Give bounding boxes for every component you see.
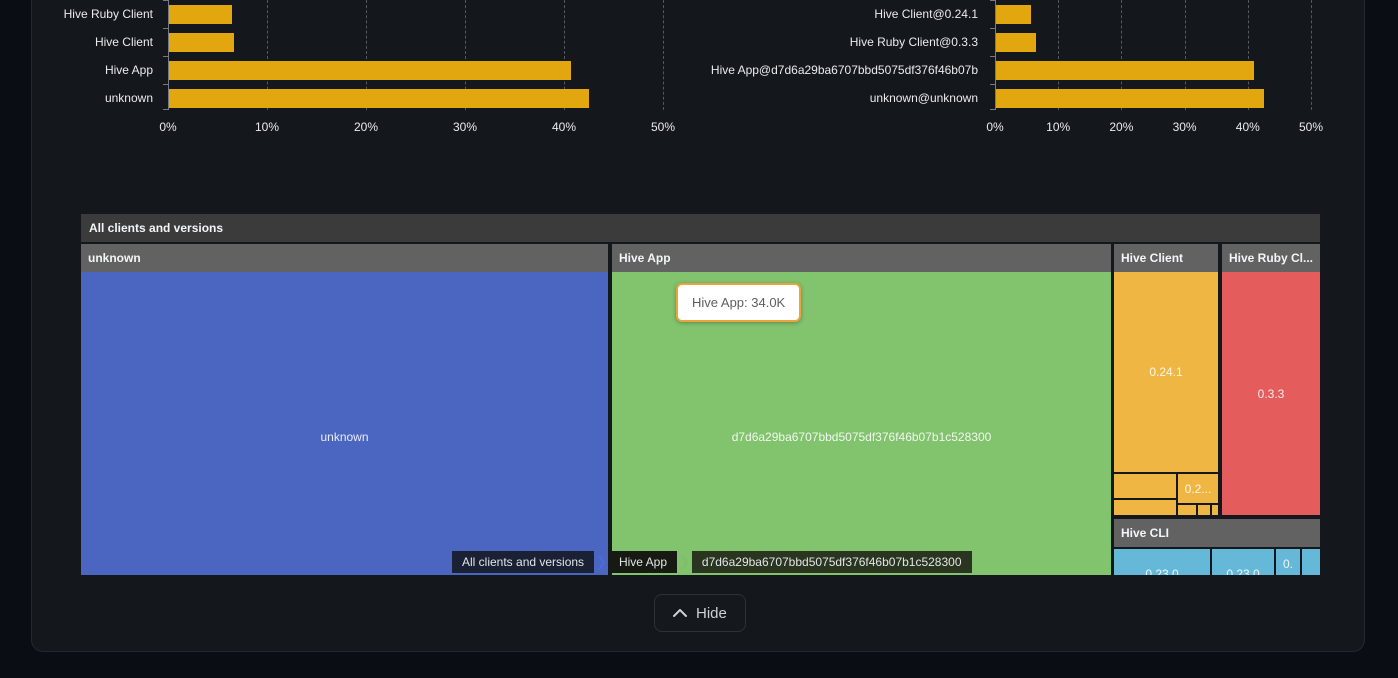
axis-tick [163,84,168,85]
category-label: unknown [0,89,153,108]
x-axis-tick-label: 20% [1097,120,1145,134]
category-label: Hive App@d7d6a29ba6707bbd5075df376f46b07… [699,61,978,80]
bar-hive-ruby-client[interactable] [169,5,232,24]
treemap-all-clients-and-versions: All clients and versionsunknownunknownHi… [81,214,1320,575]
x-axis-tick-label: 10% [243,120,291,134]
axis-tick [990,109,995,110]
x-axis-tick-label: 40% [540,120,588,134]
dashboard-stage: 0% 10% 20% 30% 40% 50% Hive Ruby Client Hive Cl… [0,0,1398,678]
treemap-tooltip: Hive App: 34.0K [676,283,801,322]
bar-chart-client-versions: 0% 10% 20% 30% 40% 50% Hive Client@0.24.1 Hive … [699,0,1398,140]
treemap-root-header[interactable]: All clients and versions [81,214,1320,242]
treemap-tile-hive-cli-0230b[interactable]: 0.23.0 [1212,549,1274,575]
treemap-header-hive-cli[interactable]: Hive CLI [1114,519,1320,547]
category-label: Hive Client@0.24.1 [699,5,978,24]
treemap-header-hive-client[interactable]: Hive Client [1114,244,1218,272]
treemap-tile-hive-cli-0230a[interactable]: 0.23.0 [1114,549,1210,575]
breadcrumb-chevron-icon: ❯ [594,551,609,573]
treemap-tile-hive-cli-tiny[interactable] [1302,549,1320,575]
x-axis-tick-label: 0% [971,120,1019,134]
x-axis-tick-label: 30% [1161,120,1209,134]
treemap-tile-hive-app-hash-label: d7d6a29ba6707bbd5075df376f46b07b1c528300 [732,430,992,444]
category-label: Hive Client [0,33,153,52]
treemap-header-hive-ruby-client[interactable]: Hive Ruby Cl... [1222,244,1320,272]
axis-tick [163,109,168,110]
treemap-tile-hive-client-sub1[interactable] [1114,474,1176,498]
bar-hive-client-0-24-1[interactable] [996,5,1031,24]
treemap-tile-hive-client-02[interactable]: 0.2... [1178,474,1218,503]
treemap-tile-hive-client-02-label: 0.2... [1185,482,1212,496]
treemap-tile-hive-client-sub5[interactable] [1212,505,1218,515]
bar-hive-ruby-client-0-3-3[interactable] [996,33,1036,52]
treemap-tile-hive-client-sub3[interactable] [1178,505,1196,515]
axis-tick [990,0,995,1]
grid-line [1311,0,1312,110]
x-axis-tick-label: 40% [1224,120,1272,134]
axis-tick [163,28,168,29]
category-label: Hive Ruby Client@0.3.3 [699,33,978,52]
bar-hive-client[interactable] [169,33,234,52]
treemap-tile-hive-client-0241[interactable]: 0.24.1 [1114,272,1218,472]
x-axis-tick-label: 30% [441,120,489,134]
treemap-tile-hive-cli-0230a-label: 0.23.0 [1145,567,1178,575]
breadcrumb-chevron-icon: ❯ [677,551,692,573]
treemap-tile-unknown[interactable]: unknown [81,272,608,575]
axis-tick [990,84,995,85]
category-label: Hive App [0,61,153,80]
x-axis-tick-label: 50% [1287,120,1335,134]
bar-chart-clients: 0% 10% 20% 30% 40% 50% Hive Ruby Client Hive Cl… [0,0,699,140]
category-label: Hive Ruby Client [0,5,153,24]
treemap-tile-hive-client-sub4[interactable] [1198,505,1210,515]
treemap-tile-hive-ruby-033[interactable]: 0.3.3 [1222,272,1320,515]
category-label: unknown@unknown [699,89,978,108]
bar-unknown[interactable] [169,89,589,108]
axis-tick [163,56,168,57]
treemap-header-unknown[interactable]: unknown [81,244,608,272]
x-axis-tick-label: 20% [342,120,390,134]
treemap-tile-hive-client-sub2[interactable] [1114,500,1176,515]
treemap-tile-hive-cli-0[interactable]: 0. [1276,549,1300,575]
treemap-tile-hive-ruby-033-label: 0.3.3 [1258,387,1285,401]
chevron-up-icon [673,609,687,617]
axis-tick [990,56,995,57]
grid-line [663,0,664,110]
axis-tick [990,28,995,29]
breadcrumb-item-0[interactable]: All clients and versions [452,551,594,573]
bar-unknown-unknown[interactable] [996,89,1264,108]
bar-hive-app-d7d6a29ba6707bbd5075df376f46b07b[interactable] [996,61,1254,80]
hide-button[interactable]: Hide [654,594,746,632]
treemap-tile-hive-cli-0230b-label: 0.23.0 [1226,567,1259,575]
breadcrumb-item-1[interactable]: Hive App [609,551,677,573]
breadcrumb-item-2[interactable]: d7d6a29ba6707bbd5075df376f46b07b1c528300 [692,551,972,573]
bar-hive-app[interactable] [169,61,571,80]
x-axis-tick-label: 10% [1034,120,1082,134]
x-axis-tick-label: 0% [144,120,192,134]
treemap-tile-hive-cli-0-label: 0. [1283,557,1293,571]
treemap-tile-hive-client-0241-label: 0.24.1 [1149,365,1182,379]
treemap-header-hive-app[interactable]: Hive App [612,244,1111,272]
axis-tick [163,0,168,1]
treemap-tile-unknown-label: unknown [320,430,368,444]
x-axis-tick-label: 50% [639,120,687,134]
hide-button-label: Hide [696,605,727,622]
breadcrumb: All clients and versions❯Hive App❯d7d6a2… [452,551,972,573]
